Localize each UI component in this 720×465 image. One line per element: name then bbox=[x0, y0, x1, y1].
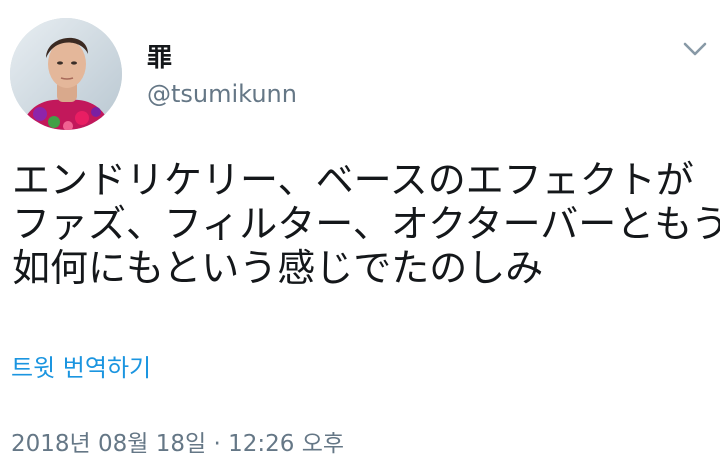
tweet-text-line: エンドリケリー、ベースのエフェクトが bbox=[12, 158, 694, 202]
avatar[interactable] bbox=[10, 18, 122, 130]
tweet-text: エンドリケリー、ベースのエフェクトが ファズ、フィルター、オクターバーともう 如… bbox=[12, 158, 720, 290]
tweet-timestamp: 2018년 08월 18일 · 12:26 오후 bbox=[11, 431, 345, 457]
display-name[interactable]: 罪 bbox=[147, 41, 172, 75]
tweet-text-line: 如何にもという感じでたのしみ bbox=[12, 246, 544, 290]
user-handle[interactable]: @tsumikunn bbox=[147, 78, 297, 110]
translate-tweet-link[interactable]: 트윗 번역하기 bbox=[11, 352, 151, 384]
tweet-text-line: ファズ、フィルター、オクターバーともう bbox=[12, 202, 720, 246]
tweet-card: 罪 @tsumikunn エンドリケリー、ベースのエフェクトが ファズ、フィルタ… bbox=[0, 0, 720, 465]
chevron-down-icon[interactable] bbox=[680, 34, 710, 64]
avatar-image bbox=[10, 18, 122, 130]
